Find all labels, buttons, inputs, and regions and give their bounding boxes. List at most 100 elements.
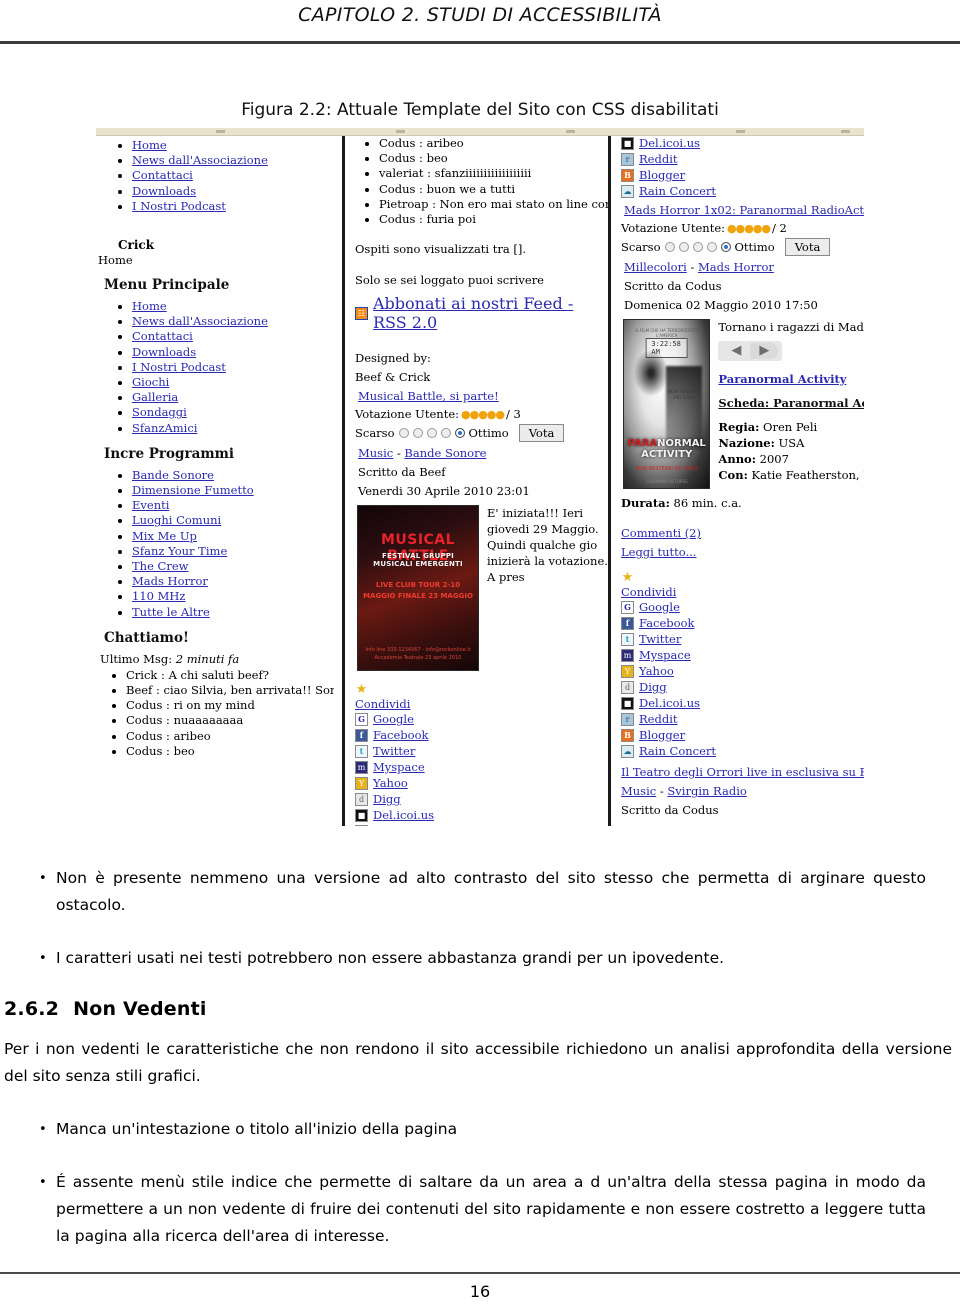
main-menu-link[interactable]: Galleria (132, 390, 178, 404)
share-item-label[interactable]: Twitter (373, 744, 415, 759)
share-item-label[interactable]: Del.icoi.us (639, 696, 700, 711)
list-item[interactable]: Downloads (132, 184, 334, 199)
article-title-link[interactable]: Mads Horror 1x02: Paranormal RadioActivi… (624, 203, 864, 217)
next-article-title-link[interactable]: Il Teatro degli Orrori live in esclusiva… (621, 765, 864, 779)
category-primary-link[interactable]: Millecolori (624, 260, 687, 274)
share-item[interactable]: ■ Del.icoi.us (621, 696, 864, 711)
list-item[interactable]: Mix Me Up (132, 529, 334, 544)
category-primary-link[interactable]: Music (358, 446, 393, 460)
rating-radio-2[interactable] (678, 242, 689, 252)
share-item[interactable]: ☁ Rain Concert (621, 744, 864, 759)
read-more-link[interactable]: Leggi tutto... (621, 545, 696, 559)
share-item[interactable]: Y Yahoo (355, 776, 611, 791)
share-item[interactable]: f Facebook (355, 728, 611, 743)
list-item[interactable]: Contattaci (132, 168, 334, 183)
share-item-label[interactable]: Digg (639, 680, 667, 695)
rating-radio-5[interactable] (720, 242, 731, 252)
rating-radio-1[interactable] (664, 242, 675, 252)
share-title[interactable]: Condividi (355, 697, 611, 711)
article-title-link[interactable]: Musical Battle, si parte! (358, 389, 499, 403)
category-primary-link[interactable]: Music (621, 784, 656, 798)
prev-arrow-icon[interactable]: ◀ (722, 343, 751, 359)
share-title[interactable]: Condividi (621, 585, 864, 599)
list-item[interactable]: SfanzAmici (132, 421, 334, 436)
category-secondary-link[interactable]: Mads Horror (698, 260, 774, 274)
main-menu-link[interactable]: SfanzAmici (132, 421, 197, 435)
rss-feed-row[interactable]: ☷ Abbonati ai nostri Feed - RSS 2.0 (355, 294, 611, 332)
share-item[interactable]: Y Yahoo (621, 664, 864, 679)
program-link[interactable]: Tutte le Altre (132, 605, 210, 619)
top-menu-link[interactable]: Home (132, 138, 167, 152)
comments-link[interactable]: Commenti (2) (621, 526, 701, 540)
share-item[interactable]: G Google (621, 600, 864, 615)
program-link[interactable]: Luoghi Comuni (132, 513, 221, 527)
rating-radio-3[interactable] (426, 428, 437, 439)
list-item[interactable]: I Nostri Podcast (132, 360, 334, 375)
vote-widget[interactable]: Scarso Ottimo Vota (355, 424, 611, 443)
list-item[interactable]: Sfanz Your Time (132, 544, 334, 559)
share-item-label[interactable]: Myspace (373, 760, 425, 775)
main-menu-link[interactable]: Sondaggi (132, 405, 187, 419)
category-secondary-link[interactable]: Bande Sonore (404, 446, 486, 460)
list-item[interactable]: Home (132, 138, 334, 153)
share-item-label[interactable]: Blogger (639, 728, 685, 743)
share-item-label[interactable]: Twitter (639, 632, 681, 647)
share-item-label[interactable]: Del.icoi.us (373, 808, 434, 823)
share-item-label[interactable]: Facebook (639, 616, 694, 631)
main-menu-link[interactable]: News dall'Associazione (132, 314, 268, 328)
share-item-label[interactable]: Reddit (373, 824, 412, 826)
rss-feed-link[interactable]: Abbonati ai nostri Feed - RSS 2.0 (373, 294, 611, 332)
share-item[interactable]: r Reddit (621, 712, 864, 727)
share-link[interactable]: Condividi (621, 585, 676, 599)
share-item-label[interactable]: Rain Concert (639, 184, 716, 199)
rating-radio-3[interactable] (692, 242, 703, 252)
share-item-label[interactable]: Reddit (639, 712, 678, 727)
share-item[interactable]: r Reddit (621, 152, 864, 167)
share-item-label[interactable]: Blogger (639, 168, 685, 183)
rating-radio-1[interactable] (398, 428, 409, 439)
share-item-label[interactable]: Facebook (373, 728, 428, 743)
share-item-label[interactable]: Yahoo (373, 776, 408, 791)
list-item[interactable]: News dall'Associazione (132, 153, 334, 168)
share-item-label[interactable]: Del.icoi.us (639, 136, 700, 151)
top-menu-link[interactable]: Contattaci (132, 168, 193, 182)
share-item-label[interactable]: Yahoo (639, 664, 674, 679)
list-item[interactable]: 110 MHz (132, 589, 334, 604)
program-link[interactable]: Mix Me Up (132, 529, 197, 543)
program-link[interactable]: Eventi (132, 498, 169, 512)
rating-radio-2[interactable] (412, 428, 423, 439)
share-item[interactable]: f Facebook (621, 616, 864, 631)
main-menu-link[interactable]: Home (132, 299, 167, 313)
rating-radio-4[interactable] (706, 242, 717, 252)
share-item[interactable]: B Blogger (621, 728, 864, 743)
next-arrow-icon[interactable]: ▶ (750, 343, 779, 359)
program-link[interactable]: The Crew (132, 559, 188, 573)
share-item[interactable]: t Twitter (355, 744, 611, 759)
share-item-label[interactable]: Digg (373, 792, 401, 807)
share-item[interactable]: d Digg (355, 792, 611, 807)
share-item[interactable]: d Digg (621, 680, 864, 695)
category-secondary-link[interactable]: Svirgin Radio (667, 784, 746, 798)
list-item[interactable]: Giochi (132, 375, 334, 390)
movie-sheet-link[interactable]: Scheda: Paranormal Ac (718, 396, 864, 410)
gallery-nav[interactable]: ◀ ▶ (718, 341, 783, 361)
rating-radio-4[interactable] (440, 428, 451, 439)
program-link[interactable]: 110 MHz (132, 589, 185, 603)
vote-button[interactable]: Vota (784, 238, 831, 256)
share-item[interactable]: m Myspace (355, 760, 611, 775)
main-menu-link[interactable]: Downloads (132, 345, 196, 359)
share-item-label[interactable]: Myspace (639, 648, 691, 663)
main-menu-link[interactable]: I Nostri Podcast (132, 360, 226, 374)
list-item[interactable]: The Crew (132, 559, 334, 574)
main-menu-link[interactable]: Contattaci (132, 329, 193, 343)
list-item[interactable]: Luoghi Comuni (132, 513, 334, 528)
share-item-label[interactable]: Rain Concert (639, 744, 716, 759)
share-item[interactable]: B Blogger (621, 168, 864, 183)
share-link[interactable]: Condividi (355, 697, 410, 711)
list-item[interactable]: Home (132, 299, 334, 314)
share-item-label[interactable]: Google (639, 600, 680, 615)
main-menu-link[interactable]: Giochi (132, 375, 169, 389)
list-item[interactable]: Sondaggi (132, 405, 334, 420)
list-item[interactable]: Tutte le Altre (132, 605, 334, 620)
top-menu-link[interactable]: Downloads (132, 184, 196, 198)
